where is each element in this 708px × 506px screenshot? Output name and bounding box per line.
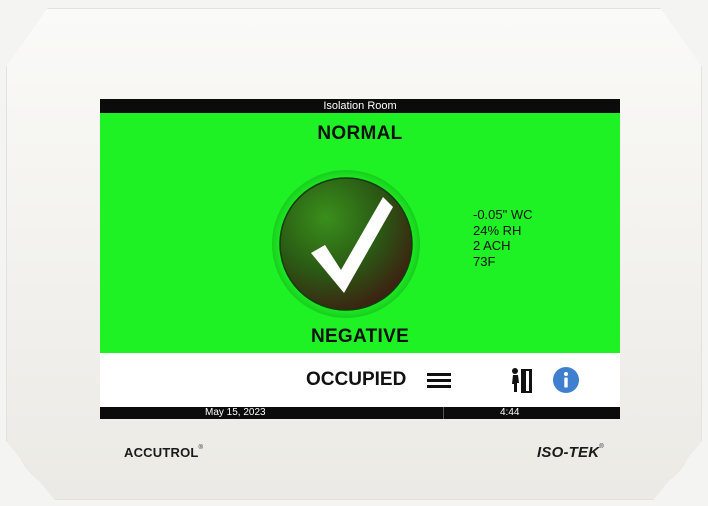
- room-title: Isolation Room: [323, 100, 397, 112]
- footer-divider: [443, 407, 444, 419]
- pressure-mode-text: NEGATIVE: [310, 326, 410, 347]
- pressure-reading: -0.05" WC: [473, 207, 533, 222]
- footer-date: May 15, 2023: [205, 407, 266, 418]
- footer-time: 4:44: [500, 407, 520, 418]
- menu-icon[interactable]: [427, 371, 451, 389]
- status-text: NORMAL: [317, 123, 403, 144]
- check-circle-icon: [271, 169, 421, 319]
- occupancy-status[interactable]: OCCUPIED: [306, 369, 406, 391]
- accutrol-logo: ACCUTROL®: [124, 445, 204, 460]
- door-person-icon[interactable]: [511, 366, 533, 394]
- isotek-logo: ISO-TEK®: [537, 444, 604, 461]
- control-panel: OCCUPIED: [100, 353, 620, 407]
- touchscreen: Isolation Room NORMAL -0.05" WC 24% RH 2…: [100, 99, 620, 419]
- air-changes-reading: 2 ACH: [473, 238, 511, 253]
- readings-list: -0.05" WC 24% RH 2 ACH 73F: [473, 207, 533, 269]
- room-title-bar: Isolation Room: [100, 99, 620, 113]
- status-panel: NORMAL -0.05" WC 24% RH 2 ACH 73F NEGATI…: [100, 113, 620, 353]
- status-footer: May 15, 2023 4:44: [100, 407, 620, 419]
- humidity-reading: 24% RH: [473, 222, 522, 238]
- temperature-reading: 73F: [473, 253, 496, 269]
- info-icon[interactable]: [552, 366, 580, 394]
